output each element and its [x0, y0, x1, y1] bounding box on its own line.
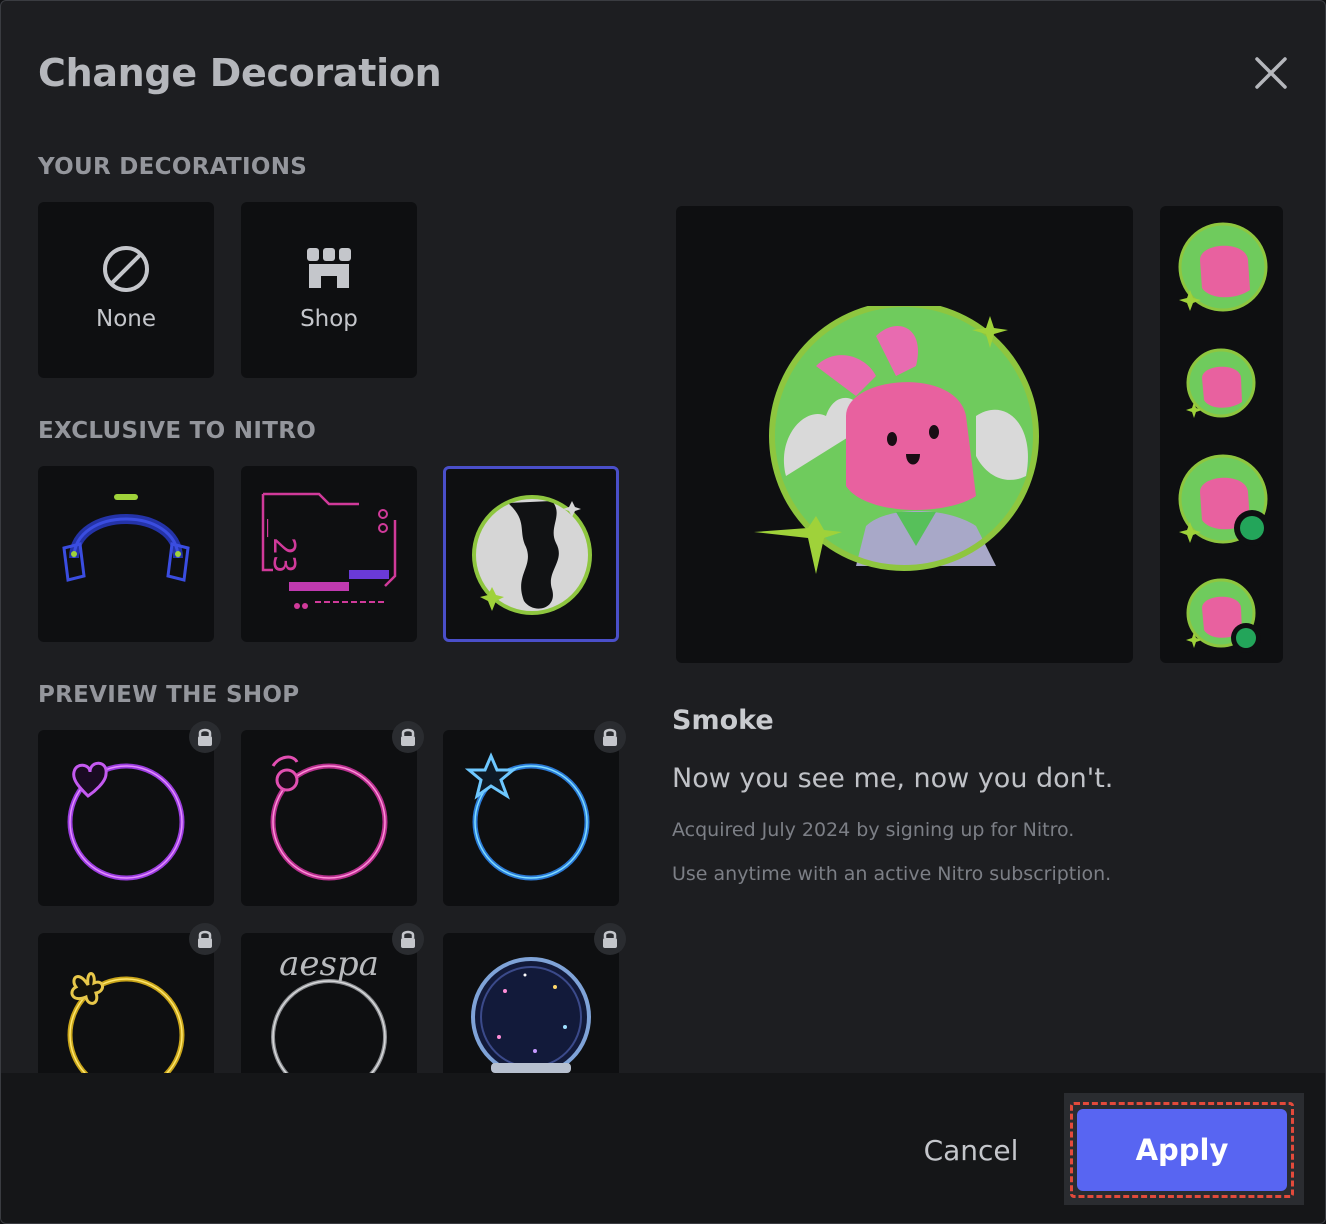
decoration-description: Now you see me, now you don't.: [672, 763, 1114, 794]
section-exclusive-nitro: EXCLUSIVE TO NITRO: [38, 418, 317, 444]
decoration-none-label: None: [95, 306, 156, 332]
lock-icon: [594, 923, 626, 955]
close-button[interactable]: [1249, 51, 1293, 95]
svg-text:_23: _23: [266, 519, 301, 573]
decoration-preview-large: [676, 206, 1133, 663]
change-decoration-dialog: Change Decoration YOUR DECORATIONS None …: [0, 0, 1326, 1224]
shop-item-butterfly-tile[interactable]: [38, 933, 214, 1073]
butterfly-ring-decoration-icon: [67, 972, 185, 1073]
avatar-with-smoke-decoration: [754, 306, 1039, 574]
avatar-preview-online-medium: [1186, 578, 1261, 653]
lock-icon: [594, 721, 626, 753]
decoration-smoke-tile[interactable]: [443, 466, 619, 642]
avatar-preview-online-large: [1178, 454, 1270, 546]
section-preview-shop: PREVIEW THE SHOP: [38, 682, 300, 708]
section-your-decorations: YOUR DECORATIONS: [38, 154, 308, 180]
headphones-decoration-icon: [62, 494, 190, 582]
shop-item-heart-tile[interactable]: [38, 730, 214, 906]
snow-globe-decoration-icon: [471, 957, 591, 1073]
decoration-name: Smoke: [672, 705, 774, 736]
lock-icon: [392, 923, 424, 955]
dialog-title: Change Decoration: [38, 51, 442, 95]
lock-icon: [189, 923, 221, 955]
none-icon: [103, 246, 149, 292]
moon-ring-decoration-icon: [270, 755, 388, 881]
avatar-preview-large: [1178, 222, 1268, 312]
shop-item-snow-globe-tile[interactable]: [443, 933, 619, 1073]
star-ring-decoration-icon: [465, 752, 590, 881]
decoration-preview-sizes: [1160, 206, 1283, 663]
online-status-icon: [1240, 516, 1264, 540]
decoration-headphones-tile[interactable]: [38, 466, 214, 642]
decoration-none-tile[interactable]: None: [38, 202, 214, 378]
decoration-cyber-tile[interactable]: _23: [241, 466, 417, 642]
decoration-usage-text: Use anytime with an active Nitro subscri…: [672, 863, 1112, 885]
cyber-23-decoration-icon: _23: [261, 492, 397, 609]
apply-button[interactable]: Apply: [1077, 1109, 1287, 1191]
decoration-acquired-text: Acquired July 2024 by signing up for Nit…: [672, 819, 1075, 841]
shop-icon: [307, 248, 351, 288]
shop-item-star-tile[interactable]: [443, 730, 619, 906]
decoration-shop-tile[interactable]: Shop: [241, 202, 417, 378]
shop-item-moon-tile[interactable]: [241, 730, 417, 906]
lock-icon: [189, 721, 221, 753]
decoration-shop-label: Shop: [300, 306, 358, 332]
avatar-preview-medium: [1186, 348, 1256, 418]
smoke-decoration-icon: [472, 495, 592, 615]
heart-ring-decoration-icon: [67, 761, 185, 881]
online-status-icon: [1236, 628, 1256, 648]
close-icon: [1255, 57, 1287, 89]
lock-icon: [392, 721, 424, 753]
cancel-button[interactable]: Cancel: [906, 1129, 1036, 1173]
aespa-ring-decoration-icon: aespa: [271, 945, 387, 1073]
aespa-logo-text: aespa: [279, 945, 379, 984]
shop-item-aespa-tile[interactable]: aespa: [241, 933, 417, 1073]
